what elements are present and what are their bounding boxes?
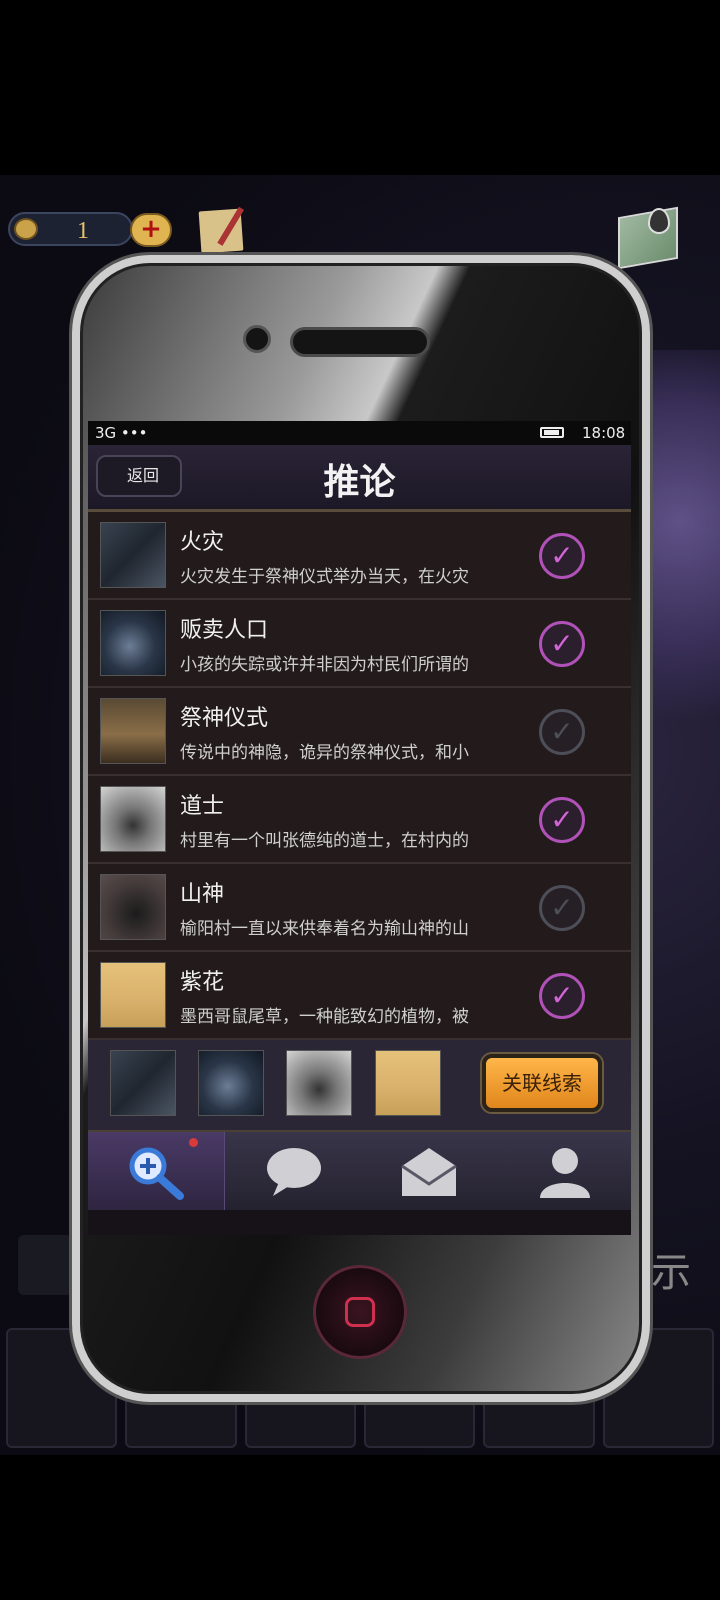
- clue-title: 贩卖人口: [180, 618, 269, 643]
- status-bar: 3G ••• 18:08: [88, 421, 631, 445]
- clue-thumbnail: [100, 522, 166, 588]
- check-icon[interactable]: ✓: [539, 621, 585, 667]
- selected-clue-slot[interactable]: [286, 1050, 352, 1116]
- clue-thumbnail: [100, 610, 166, 676]
- clue-description: 墨西哥鼠尾草，一种能致幻的植物，被: [180, 1007, 469, 1027]
- clue-description: 榆阳村一直以来供奉着名为羭山神的山: [180, 919, 469, 939]
- clue-thumbnail: [100, 962, 166, 1028]
- check-icon[interactable]: ✓: [539, 797, 585, 843]
- mail-icon: [401, 1148, 457, 1196]
- link-clues-button[interactable]: 关联线索: [482, 1054, 602, 1112]
- clue-title: 山神: [180, 882, 225, 907]
- clue-thumbnail: [100, 698, 166, 764]
- coin-icon: [14, 218, 38, 240]
- notes-icon[interactable]: [198, 208, 244, 254]
- clue-title: 道士: [180, 794, 225, 819]
- clue-row[interactable]: 祭神仪式 传说中的神隐，诡异的祭神仪式，和小 ✓: [88, 688, 631, 776]
- home-square-icon: [345, 1297, 375, 1327]
- battery-icon: [540, 427, 564, 438]
- clue-description: 小孩的失踪或许并非因为村民们所谓的: [180, 655, 469, 675]
- check-icon[interactable]: ✓: [539, 709, 585, 755]
- nav-bar: 返回 推论: [88, 445, 631, 512]
- magnifier-icon: [129, 1147, 184, 1200]
- clue-description: 火灾发生于祭神仪式举办当天，在火灾: [180, 567, 469, 587]
- clue-title: 紫花: [180, 970, 225, 995]
- selected-clue-slot[interactable]: [110, 1050, 176, 1116]
- page-title: 推论: [323, 462, 396, 503]
- status-time: 18:08: [582, 424, 626, 442]
- bottom-bar: [0, 1455, 720, 1600]
- check-icon[interactable]: ✓: [539, 885, 585, 931]
- clue-title: 祭神仪式: [180, 706, 269, 731]
- phone-speaker: [290, 327, 430, 357]
- clue-list: 火灾 火灾发生于祭神仪式举办当天，在火灾 ✓ 贩卖人口 小孩的失踪或许并非因为村…: [88, 512, 631, 1040]
- tab-deduction[interactable]: [88, 1132, 225, 1210]
- check-icon[interactable]: ✓: [539, 973, 585, 1019]
- chat-icon: [266, 1148, 321, 1196]
- clue-thumbnail: [100, 786, 166, 852]
- selected-clues-bar: 关联线索: [88, 1040, 631, 1133]
- clue-thumbnail: [100, 874, 166, 940]
- selected-clue-slot[interactable]: [375, 1050, 441, 1116]
- clue-title: 火灾: [180, 530, 225, 555]
- check-icon[interactable]: ✓: [539, 533, 585, 579]
- carrier-text: 3G •••: [95, 424, 148, 442]
- map-pin-icon: [648, 208, 670, 234]
- tab-bar: [88, 1132, 631, 1210]
- clue-row[interactable]: 道士 村里有一个叫张德纯的道士，在村内的 ✓: [88, 776, 631, 864]
- clue-description: 村里有一个叫张德纯的道士，在村内的: [180, 831, 469, 851]
- phone-screen: 3G ••• 18:08 返回 推论 火灾 火灾发生于祭神仪式举办当天，在火灾 …: [88, 421, 631, 1235]
- tab-profile[interactable]: [496, 1132, 632, 1210]
- home-button[interactable]: [313, 1265, 407, 1359]
- coin-count: 1: [77, 218, 89, 244]
- add-coins-button[interactable]: +: [130, 213, 172, 247]
- clue-row[interactable]: 贩卖人口 小孩的失踪或许并非因为村民们所谓的 ✓: [88, 600, 631, 688]
- tab-chat[interactable]: [225, 1132, 361, 1210]
- phone-camera: [243, 325, 271, 353]
- clue-row[interactable]: 紫花 墨西哥鼠尾草，一种能致幻的植物，被 ✓: [88, 952, 631, 1040]
- clue-row[interactable]: 火灾 火灾发生于祭神仪式举办当天，在火灾 ✓: [88, 512, 631, 600]
- tab-mail[interactable]: [360, 1132, 496, 1210]
- clue-description: 传说中的神隐，诡异的祭神仪式，和小: [180, 743, 469, 763]
- selected-clue-slot[interactable]: [198, 1050, 264, 1116]
- clue-row[interactable]: 山神 榆阳村一直以来供奉着名为羭山神的山 ✓: [88, 864, 631, 952]
- notification-dot: [189, 1138, 198, 1147]
- phone-shortcut-icon[interactable]: [18, 1235, 73, 1295]
- coin-counter: 1: [8, 212, 133, 246]
- map-icon[interactable]: [618, 206, 678, 270]
- profile-icon: [539, 1148, 590, 1198]
